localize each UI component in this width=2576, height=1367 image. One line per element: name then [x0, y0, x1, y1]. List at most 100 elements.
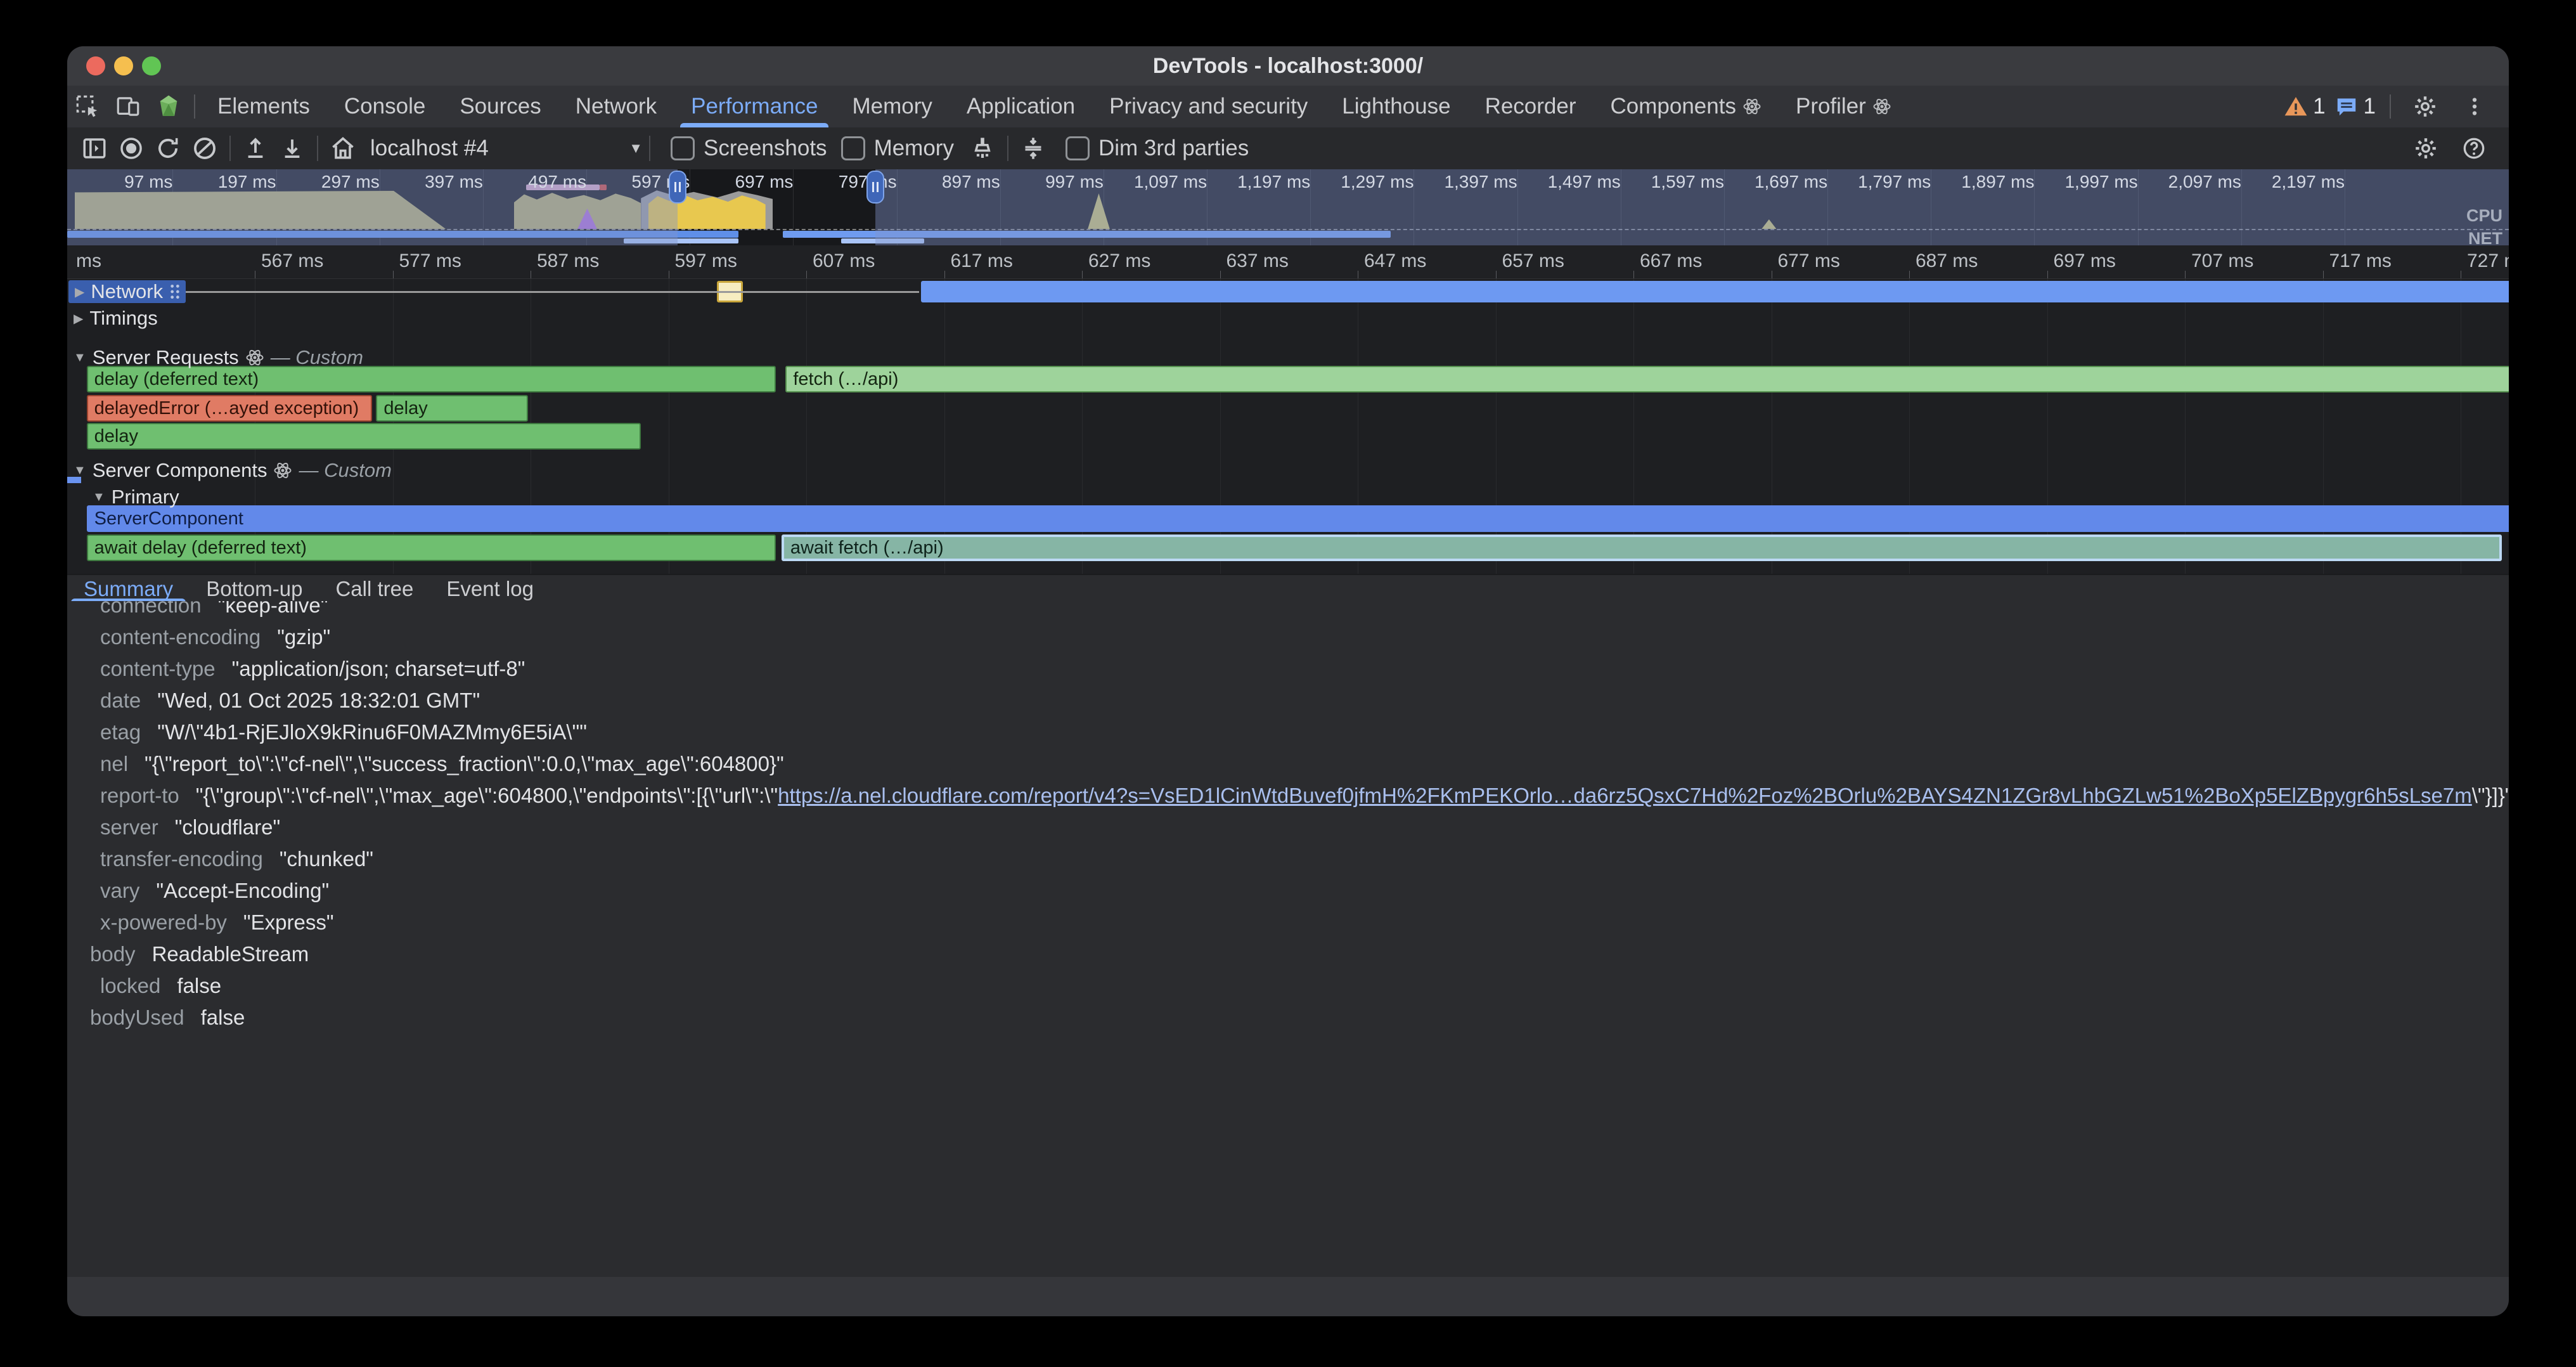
record-button[interactable]	[113, 130, 150, 167]
track-event-await-fetch-api[interactable]: await fetch (…/api)	[782, 534, 2502, 561]
overview-time-label: 97 ms	[124, 172, 172, 192]
dim-3rd-parties-checkbox[interactable]	[1066, 136, 1090, 160]
track-event-delay[interactable]: delay	[376, 395, 527, 422]
load-profile-button[interactable]	[237, 130, 274, 167]
live-metrics-home-button[interactable]	[325, 130, 361, 167]
inspect-element-button[interactable]	[67, 86, 108, 127]
clear-button[interactable]	[186, 130, 223, 167]
details-tab-call-tree[interactable]: Call tree	[319, 575, 430, 602]
track-header-network[interactable]: ▶Network	[68, 280, 186, 303]
screenshots-label: Screenshots	[704, 136, 827, 161]
settings-button[interactable]	[2405, 86, 2445, 127]
ruler-time-label: 687 ms	[1916, 250, 1978, 272]
track-event-servercomponent[interactable]: ServerComponent	[87, 505, 2509, 532]
property-key: vary	[100, 879, 139, 903]
gear-icon	[2412, 94, 2438, 119]
value-prefix: "{\"group\":\"cf-nel\",\"max_age\":60480…	[196, 784, 778, 807]
screenshots-checkbox[interactable]	[671, 136, 695, 160]
details-tab-event-log[interactable]: Event log	[430, 575, 550, 602]
details-tab-summary[interactable]: Summary	[67, 575, 190, 602]
collapse-tracks-button[interactable]	[1015, 130, 1052, 167]
track-event-delay-deferred-text[interactable]: delay (deferred text)	[87, 366, 776, 392]
device-toolbar-button[interactable]	[108, 86, 148, 127]
save-profile-button[interactable]	[274, 130, 311, 167]
reload-icon	[155, 135, 181, 162]
upload-icon	[242, 135, 269, 162]
timeline-overview[interactable]: 97 ms197 ms297 ms397 ms497 ms597 ms697 m…	[67, 169, 2509, 245]
dim-3rd-parties-label: Dim 3rd parties	[1098, 136, 1249, 161]
tab-memory[interactable]: Memory	[835, 86, 949, 127]
download-icon	[279, 135, 306, 162]
memory-checkbox[interactable]	[841, 136, 865, 160]
clear-block-icon	[191, 135, 218, 162]
overview-time-label: 397 ms	[425, 172, 483, 192]
tab-lighthouse[interactable]: Lighthouse	[1325, 86, 1467, 127]
help-button[interactable]	[2456, 130, 2492, 167]
overview-time-label: 497 ms	[528, 172, 586, 192]
property-row-content-encoding: content-encoding"gzip"	[67, 621, 2509, 653]
tab-profiler[interactable]: Profiler	[1779, 86, 1909, 127]
collect-garbage-button[interactable]	[964, 130, 1001, 167]
home-icon	[329, 134, 357, 162]
overview-window-right-handle[interactable]	[866, 171, 884, 204]
property-value: "Accept-Encoding"	[156, 879, 329, 903]
more-options-button[interactable]	[2454, 86, 2495, 127]
tab-console[interactable]: Console	[327, 86, 442, 127]
value-suffix: \"}]}"	[2472, 784, 2509, 807]
property-key: report-to	[100, 784, 179, 808]
warnings-badge[interactable]: 1	[2284, 94, 2325, 119]
property-key: transfer-encoding	[100, 847, 263, 871]
capture-settings-button[interactable]	[2407, 130, 2444, 167]
toggle-sidebar-button[interactable]	[76, 130, 113, 167]
collapse-triangle-icon: ▶	[74, 311, 83, 327]
tab-application[interactable]: Application	[950, 86, 1092, 127]
track-header-primary-group[interactable]: ▼Primary	[93, 486, 179, 509]
issues-message-icon	[2334, 94, 2359, 119]
track-event-await-delay-deferred-text[interactable]: await delay (deferred text)	[87, 534, 776, 561]
report-to-url-link[interactable]: https://a.nel.cloudflare.com/report/v4?s…	[778, 784, 2472, 807]
property-key: locked	[100, 974, 160, 998]
property-row-content-type: content-type"application/json; charset=u…	[67, 653, 2509, 685]
panel-toggle-icon	[81, 135, 108, 162]
track-label-text: Server Requests	[93, 346, 239, 369]
history-select[interactable]: localhost #4 ▼	[370, 136, 643, 161]
network-request-bar[interactable]	[921, 281, 2509, 302]
track-header-server-components[interactable]: ▼Server Components— Custom	[74, 459, 392, 482]
tab-components[interactable]: Components	[1594, 86, 1779, 127]
tab-network[interactable]: Network	[558, 86, 674, 127]
property-value: false	[201, 1006, 245, 1030]
track-event-delay[interactable]: delay	[87, 423, 641, 450]
tab-elements[interactable]: Elements	[200, 86, 327, 127]
tab-label: Recorder	[1485, 94, 1576, 119]
issues-badge[interactable]: 1	[2334, 94, 2376, 119]
details-tab-bottom-up[interactable]: Bottom-up	[190, 575, 319, 602]
react-atom-icon	[273, 461, 292, 480]
tab-sources[interactable]: Sources	[442, 86, 558, 127]
tab-privacy-and-security[interactable]: Privacy and security	[1092, 86, 1325, 127]
track-group-marker	[67, 477, 81, 483]
ruler-tick	[1220, 271, 1221, 278]
track-header-server-requests[interactable]: ▼Server Requests— Custom	[74, 346, 363, 369]
record-icon	[118, 135, 145, 162]
tab-recorder[interactable]: Recorder	[1468, 86, 1594, 127]
record-and-reload-button[interactable]	[150, 130, 186, 167]
track-custom-suffix: — Custom	[271, 346, 363, 369]
overview-window-left-handle[interactable]	[669, 171, 686, 204]
track-label-text: Timings	[89, 307, 157, 330]
track-event-fetch-api[interactable]: fetch (…/api)	[785, 366, 2509, 392]
overview-time-label: 2,097 ms	[2168, 172, 2241, 192]
ruler-time-label: 717 ms	[2329, 250, 2392, 272]
ruler-time-label: 697 ms	[2054, 250, 2116, 272]
ruler-tick	[1633, 271, 1634, 278]
track-event-delayederror-ayed-exception[interactable]: delayedError (…ayed exception)	[87, 395, 372, 422]
extension-button[interactable]	[148, 86, 189, 127]
help-icon	[2461, 136, 2487, 161]
flamechart-tracks[interactable]: ▶Network▶Timings▼Server Requests— Custom…	[67, 279, 2509, 574]
tab-performance[interactable]: Performance	[674, 86, 835, 127]
ruler-time-label: 707 ms	[2191, 250, 2253, 272]
green-gem-extension-icon	[156, 94, 181, 119]
net-strip-label: NET	[2468, 229, 2502, 245]
track-header-timings[interactable]: ▶ Timings	[74, 307, 158, 330]
property-row-locked: lockedfalse	[67, 970, 2509, 1002]
tab-label: Console	[344, 94, 425, 119]
